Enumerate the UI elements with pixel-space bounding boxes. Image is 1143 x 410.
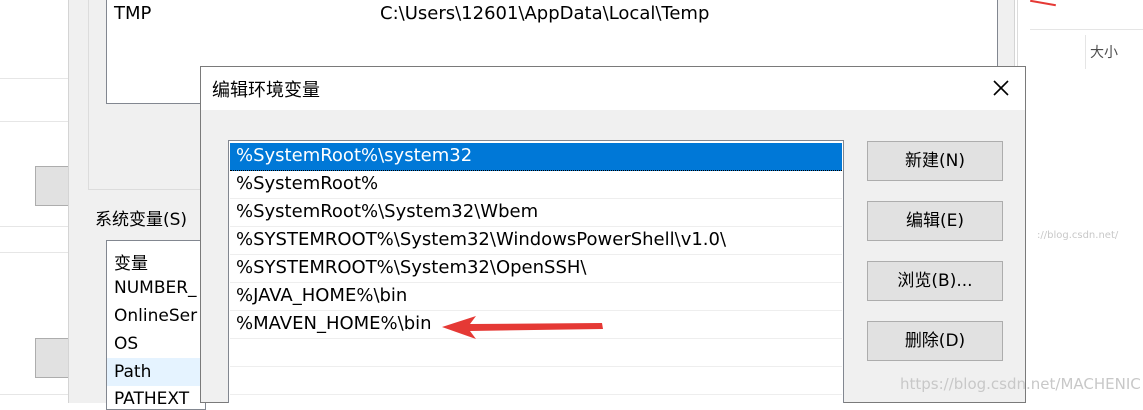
dialog-titlebar[interactable] — [200, 66, 1026, 110]
path-item[interactable]: %SystemRoot%\System32\Wbem — [230, 199, 842, 227]
red-arrow-annotation — [442, 316, 603, 339]
system-variable-row[interactable]: OnlineSer — [114, 306, 197, 326]
delete-button[interactable]: 删除(D) — [867, 321, 1003, 361]
close-icon — [993, 80, 1009, 96]
path-item-text: %MAVEN_HOME%\bin — [236, 313, 432, 334]
path-item[interactable]: %SystemRoot% — [230, 171, 842, 199]
system-variable-row-selected[interactable]: Path — [107, 358, 205, 386]
path-item[interactable]: %SYSTEMROOT%\System32\OpenSSH\ — [230, 255, 842, 283]
path-item-text: %SYSTEMROOT%\System32\WindowsPowerShell\… — [236, 229, 727, 250]
path-item-text: %SystemRoot%\system32 — [236, 145, 473, 166]
path-list[interactable]: %SystemRoot%\system32 %SystemRoot% %Syst… — [228, 140, 844, 403]
background-button[interactable] — [35, 166, 69, 206]
path-item-text: %SystemRoot% — [236, 173, 379, 194]
background-window-left — [0, 0, 69, 403]
background-window-right — [1030, 0, 1143, 403]
dialog-title: 编辑环境变量 — [212, 80, 320, 101]
path-item-text: %JAVA_HOME%\bin — [236, 285, 408, 306]
path-item[interactable]: %JAVA_HOME%\bin — [230, 283, 842, 311]
watermark: https://blog.csdn.net/MACHENIC — [900, 375, 1141, 393]
path-item-text: %SystemRoot%\System32\Wbem — [236, 201, 539, 222]
system-variable-row[interactable]: PATHEXT — [114, 389, 189, 409]
edit-button[interactable]: 编辑(E) — [867, 201, 1003, 241]
user-variable-value[interactable]: C:\Users\12601\AppData\Local\Temp — [380, 3, 709, 24]
system-variables-list[interactable]: 变量 NUMBER_ OnlineSer OS Path PATHEXT — [106, 240, 206, 410]
system-variable-row[interactable]: NUMBER_ — [114, 278, 197, 298]
red-mark — [1030, 0, 1056, 7]
path-item-selected[interactable]: %SystemRoot%\system32 — [230, 143, 842, 171]
system-variables-header[interactable]: 变量 — [114, 249, 148, 274]
path-item[interactable]: %SYSTEMROOT%\System32\WindowsPowerShell\… — [230, 227, 842, 255]
path-item-empty[interactable] — [230, 367, 842, 395]
system-variables-label: 系统变量(S) — [95, 210, 188, 230]
background-button[interactable] — [35, 338, 69, 378]
browse-button[interactable]: 浏览(B)... — [867, 261, 1003, 301]
size-column-header[interactable]: 大小 — [1090, 42, 1118, 62]
close-button[interactable] — [986, 73, 1016, 103]
path-item-text: %SYSTEMROOT%\System32\OpenSSH\ — [236, 257, 587, 278]
user-variable-name[interactable]: TMP — [114, 3, 151, 24]
system-variable-row[interactable]: OS — [114, 334, 138, 354]
system-variable-path: Path — [114, 362, 152, 382]
watermark-mid: ://blog.csdn.net/ — [1037, 230, 1119, 241]
new-button[interactable]: 新建(N) — [867, 141, 1003, 181]
